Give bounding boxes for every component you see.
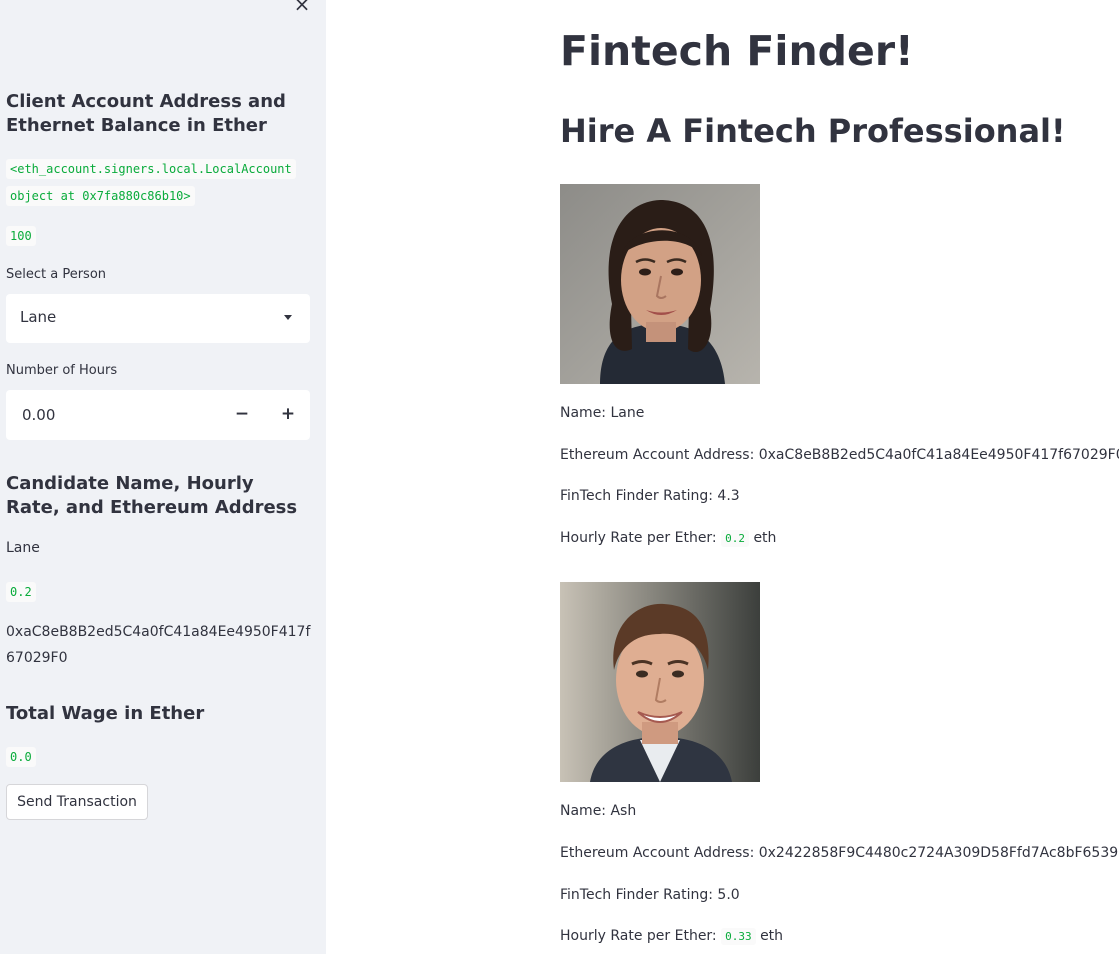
candidate-name: Lane — [6, 540, 40, 556]
select-person-dropdown[interactable]: Lane — [6, 294, 310, 343]
account-object-code: <eth_account.signers.local.LocalAccount … — [6, 155, 306, 209]
select-person-value: Lane — [20, 308, 57, 326]
candidate-2-address: Ethereum Account Address: 0x2422858F9C44… — [560, 845, 1119, 861]
candidate-2-rating: FinTech Finder Rating: 5.0 — [560, 887, 740, 903]
select-person-label: Select a Person — [6, 267, 107, 282]
candidate-1-rate-label: Hourly Rate per Ether: — [560, 530, 717, 546]
candidate-2-name: Name: Ash — [560, 803, 637, 819]
candidate-1-rate-unit: eth — [753, 530, 777, 546]
candidate-2-rate: 0.33 — [721, 928, 756, 945]
candidate-1-rating: FinTech Finder Rating: 4.3 — [560, 488, 740, 504]
send-transaction-button[interactable]: Send Transaction — [6, 784, 148, 820]
balance-code: 100 — [6, 222, 306, 249]
account-heading: Client Account Address and Ethernet Bala… — [6, 91, 286, 136]
candidate-1-rate-line: Hourly Rate per Ether: 0.2 eth — [560, 528, 776, 549]
chevron-down-icon — [284, 315, 292, 320]
candidate-1-name: Name: Lane — [560, 405, 645, 421]
total-wage-value: 0.0 — [6, 747, 36, 767]
total-wage-heading: Total Wage in Ether — [6, 703, 205, 724]
hours-number-input: − + — [6, 390, 310, 440]
balance-value: 100 — [6, 226, 36, 246]
close-sidebar-icon[interactable]: × — [292, 0, 312, 14]
sidebar: × Client Account Address and Ethernet Ba… — [0, 0, 326, 954]
candidate-rate: 0.2 — [6, 582, 36, 602]
candidate-address: 0xaC8eB8B2ed5C4a0fC41a84Ee4950F417f67029… — [6, 624, 311, 666]
candidate-photo-lane — [560, 184, 760, 384]
total-wage-code: 0.0 — [6, 743, 306, 770]
increment-button[interactable]: + — [266, 390, 310, 440]
hours-label: Number of Hours — [6, 363, 118, 378]
page-title: Fintech Finder! — [560, 27, 914, 75]
hours-input[interactable] — [6, 390, 220, 440]
candidate-heading: Candidate Name, Hourly Rate, and Ethereu… — [6, 473, 298, 518]
candidate-2-rate-unit: eth — [760, 928, 784, 944]
page-subtitle: Hire A Fintech Professional! — [560, 112, 1066, 150]
candidate-rate-code: 0.2 — [6, 578, 306, 605]
candidate-photo-ash — [560, 582, 760, 782]
decrement-button[interactable]: − — [220, 390, 264, 440]
candidate-1-rate: 0.2 — [721, 530, 749, 547]
candidate-1-address: Ethereum Account Address: 0xaC8eB8B2ed5C… — [560, 447, 1119, 463]
candidate-2-rate-line: Hourly Rate per Ether: 0.33 eth — [560, 926, 783, 947]
account-object-text: <eth_account.signers.local.LocalAccount … — [6, 159, 296, 206]
candidate-2-rate-label: Hourly Rate per Ether: — [560, 928, 717, 944]
